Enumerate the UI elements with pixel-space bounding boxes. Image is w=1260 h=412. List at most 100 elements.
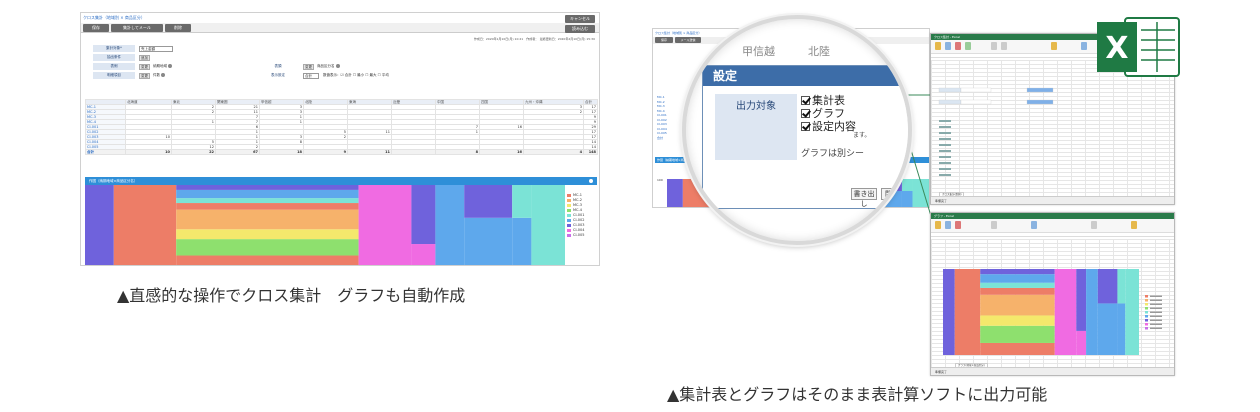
mosaic-segment (531, 185, 565, 265)
legend-label: MC-3 (573, 203, 582, 207)
mosaic-segment (176, 229, 359, 240)
chart-header: 作図（納期地域×商品区分名） (85, 177, 597, 185)
checkbox-checked-icon[interactable] (801, 122, 810, 131)
legend-swatch (1145, 327, 1148, 330)
row-value: 納期地域 (153, 63, 172, 69)
magnifier-lens: 甲信越 北陸 設定 × 出力対象 集計表 グラフ 設定内容 グラフは別シー ます… (682, 15, 912, 245)
excel-row-label (939, 174, 951, 176)
checkbox-checked-icon[interactable] (801, 109, 810, 118)
mosaic-segment (980, 282, 1055, 288)
mosaic-segment (980, 315, 1055, 326)
mosaic-segment (85, 185, 114, 265)
row-link[interactable]: CI-003 (657, 122, 667, 127)
y-tick-label: 100 (657, 178, 663, 182)
legend-swatch (1145, 295, 1148, 298)
mosaic-segment (980, 294, 1055, 316)
legend-swatch (567, 203, 571, 207)
excel-row-label (939, 156, 951, 158)
legend-text-line (1150, 315, 1162, 317)
excel-mosaic-chart (943, 269, 1139, 355)
load-button[interactable]: 読み込む (565, 25, 595, 33)
display-label: 表示設定 (271, 73, 285, 77)
legend-text-line (1150, 327, 1162, 329)
cancel-button[interactable]: キャンセル (565, 15, 595, 23)
table-cell: 8 (435, 149, 480, 155)
mosaic-segment (176, 189, 359, 199)
mosaic-segment (943, 269, 955, 355)
email-button[interactable]: 集計してメール (111, 24, 163, 32)
excel-row-label (939, 144, 951, 146)
dialog-title: 設定 (703, 66, 908, 86)
cross-tab-table: 北海道 東北 関東圏 甲信越 北陸 東海 近畿 中国 四国 九州・沖縄 合計 M… (85, 99, 598, 155)
table-cell (391, 149, 436, 155)
display-options[interactable]: 数値表示：☑ 合計 ☐ 最小 ☐ 最大 ☐ 平均 (323, 72, 389, 78)
bg-header: 北陸 (808, 45, 830, 58)
table-cell: 18 (259, 149, 304, 155)
mosaic-segment (435, 185, 465, 265)
info-icon (168, 64, 172, 68)
settings-form: 集計対象* 売上金額 抽出条件 追加 表側 変更 納期地域 表頭 変更 商品区分… (81, 45, 599, 93)
legend-text-line (1150, 295, 1162, 297)
extract-add-button[interactable]: 追加 (139, 55, 150, 61)
legend-swatch (567, 218, 571, 222)
option-table[interactable]: 集計表 (801, 94, 856, 107)
save-button[interactable]: 保存 (655, 37, 673, 43)
legend-swatch (1145, 307, 1148, 310)
row-link[interactable]: 合計 (657, 136, 667, 141)
option-settings[interactable]: 設定内容 (801, 120, 856, 133)
legend-swatch (567, 198, 571, 202)
option-chart[interactable]: グラフ (801, 107, 856, 120)
excel-cell-fill (1026, 99, 1054, 105)
breadcrumb[interactable]: クロス集計（地域別 × 商品区分） (655, 31, 701, 35)
row-label-link[interactable]: 合計 (85, 149, 126, 155)
table-cell: 16 (479, 149, 524, 155)
item-change-button[interactable]: 変更 (139, 73, 150, 79)
close-button[interactable]: 閉じる (881, 188, 903, 208)
legend-label: CI-005 (573, 233, 585, 237)
excel-cell-fill (938, 87, 962, 93)
col-change-button[interactable]: 変更 (303, 64, 314, 70)
table-cell: 4 (523, 149, 584, 155)
gear-icon[interactable] (589, 179, 593, 183)
extract-label: 抽出条件 (93, 54, 135, 61)
email-button[interactable]: メール送信 (675, 37, 701, 43)
delete-button[interactable]: 削除 (165, 24, 191, 32)
table-cell: 22 (171, 149, 216, 155)
chart-title: 作図（納期地域×商品区分名） (89, 179, 138, 183)
mosaic-segment (113, 185, 177, 265)
excel-cells (938, 87, 1054, 176)
export-button[interactable]: 書き出し (851, 188, 877, 208)
mosaic-segment (1097, 303, 1118, 355)
toolbar: 保存 集計してメール 削除 キャンセル 読み込む (81, 15, 599, 33)
left-caption: ▲直感的な操作でクロス集計 グラフも自動作成 (117, 286, 466, 305)
row-link[interactable]: CI-001 (657, 113, 667, 118)
save-button[interactable]: 保存 (83, 24, 109, 32)
chart-note-tail: ます。 (853, 132, 871, 139)
excel-cell-fill (1026, 87, 1054, 93)
mosaic-segment (1097, 269, 1118, 304)
legend-label: MC-2 (573, 198, 582, 202)
right-caption: ▲集計表とグラフはそのまま表計算ソフトに出力可能 (667, 385, 1048, 404)
legend-swatch (1145, 323, 1148, 326)
info-icon (335, 64, 340, 68)
mosaic-segment (980, 274, 1055, 283)
row-change-button[interactable]: 変更 (139, 64, 150, 70)
mosaic-segment (1076, 269, 1087, 331)
row-link[interactable]: CI-005 (657, 131, 667, 136)
display-select[interactable]: 合計 (303, 73, 319, 79)
mosaic-segment (980, 287, 1055, 295)
table-cell: 11 (347, 149, 392, 155)
legend-text-line (1150, 311, 1162, 313)
mosaic-segment (1086, 269, 1098, 355)
legend-swatch (567, 233, 571, 237)
settings-dialog: 設定 × 出力対象 集計表 グラフ 設定内容 グラフは別シー ます。 書き出し … (702, 65, 908, 209)
close-icon[interactable]: × (897, 70, 908, 81)
breadcrumb[interactable]: クロス集計（地域別 × 商品区分） (83, 15, 145, 20)
mosaic-segment (176, 185, 359, 190)
legend-text-line (1150, 323, 1162, 325)
legend-swatch (567, 193, 571, 197)
checkbox-checked-icon[interactable] (801, 96, 810, 105)
legend-entry[interactable]: CI-005 (567, 233, 599, 238)
aggregate-select[interactable]: 売上金額 (139, 46, 173, 52)
mosaic-segment (358, 185, 412, 265)
